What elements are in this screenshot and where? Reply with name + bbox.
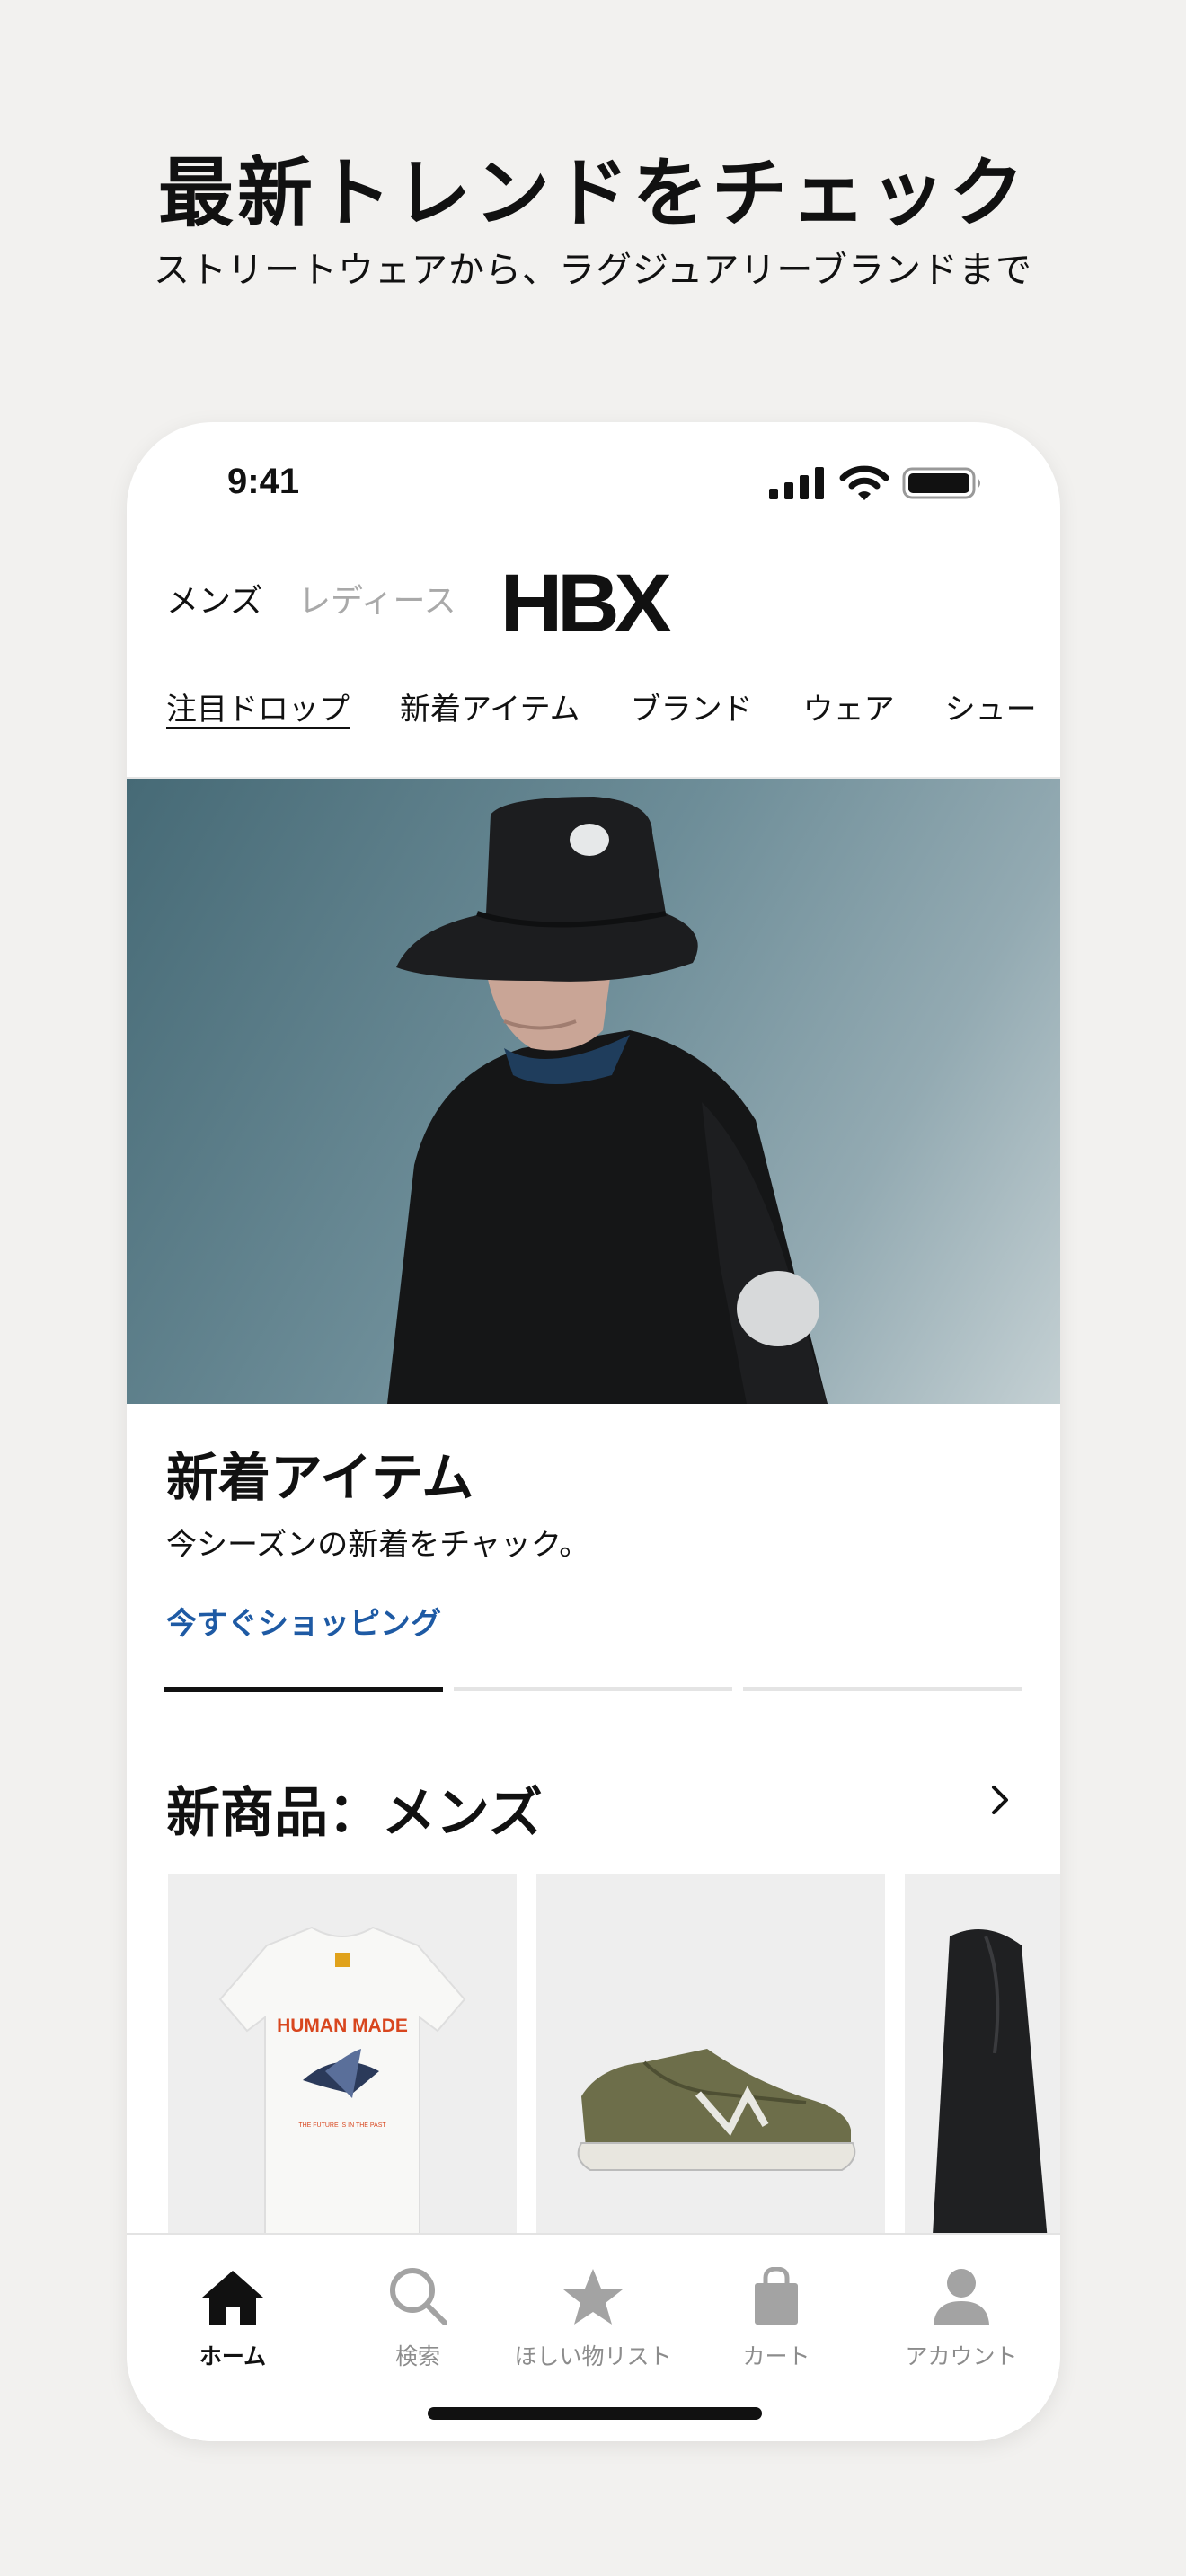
jacket-image xyxy=(932,1929,1049,2251)
tab-cart[interactable]: カート xyxy=(686,2260,866,2371)
carousel-progress xyxy=(164,1687,1022,1692)
carousel-indicator-1[interactable] xyxy=(164,1687,443,1692)
home-icon xyxy=(202,2271,263,2325)
tab-men[interactable]: メンズ xyxy=(166,575,262,622)
wifi-icon xyxy=(839,465,890,500)
star-icon xyxy=(563,2269,623,2325)
tab-home-label: ホーム xyxy=(199,2343,267,2369)
cellular-signal-icon xyxy=(769,467,824,499)
brand-logo[interactable]: HBX xyxy=(500,557,672,651)
chevron-right-icon[interactable] xyxy=(981,1782,1017,1818)
phone-frame: 9:41 メンズ レディース HBX 注目ドロップ 新着アイテム ブランド ウェ… xyxy=(127,422,1060,2441)
category-new-arrivals[interactable]: 新着アイテム xyxy=(400,684,580,728)
tab-account-label: アカウント xyxy=(905,2343,1018,2369)
hero-subtitle: 今シーズンの新着をチャック。 xyxy=(166,1527,590,1563)
promo-subheadline: ストリートウェアから、ラグジュアリーブランドまで xyxy=(154,250,1032,291)
category-nav: 注目ドロップ 新着アイテム ブランド ウェア シュー xyxy=(166,684,1037,728)
tshirt-image: HUMAN MADE THE FUTURE IS IN THE PAST xyxy=(218,1926,466,2251)
product-card-jacket[interactable] xyxy=(905,1874,1060,2251)
hero-banner-image[interactable] xyxy=(127,779,1060,1404)
tab-home[interactable]: ホーム xyxy=(143,2260,323,2371)
category-featured-drops[interactable]: 注目ドロップ xyxy=(166,684,350,728)
tshirt-print-brand: HUMAN MADE xyxy=(277,2016,408,2036)
carousel-indicator-3[interactable] xyxy=(743,1687,1022,1691)
section-title: 新商品：メンズ xyxy=(166,1782,543,1845)
status-time: 9:41 xyxy=(227,462,300,501)
tab-account[interactable]: アカウント xyxy=(872,2260,1051,2371)
bag-icon xyxy=(755,2267,798,2325)
home-indicator[interactable] xyxy=(428,2407,762,2420)
hero-model-illustration xyxy=(387,797,828,1404)
tab-wishlist[interactable]: ほしい物リスト xyxy=(503,2260,683,2371)
carousel-indicator-2[interactable] xyxy=(454,1687,732,1691)
promo-headline: 最新トレンドをチェック xyxy=(157,149,1028,237)
search-icon xyxy=(390,2268,447,2325)
category-brands[interactable]: ブランド xyxy=(631,684,753,728)
product-card-tshirt[interactable]: HUMAN MADE THE FUTURE IS IN THE PAST xyxy=(168,1874,517,2251)
tab-cart-label: カート xyxy=(742,2343,810,2369)
tab-search[interactable]: 検索 xyxy=(328,2260,508,2371)
status-icons xyxy=(769,465,985,501)
hero-title: 新着アイテム xyxy=(166,1447,474,1508)
product-card-sneaker[interactable] xyxy=(536,1874,885,2251)
person-icon xyxy=(934,2269,989,2325)
battery-icon xyxy=(902,467,980,499)
category-shoes[interactable]: シュー xyxy=(945,684,1037,728)
tshirt-print-tagline: THE FUTURE IS IN THE PAST xyxy=(298,2122,386,2129)
tab-search-label: 検索 xyxy=(394,2343,440,2369)
category-clothing[interactable]: ウェア xyxy=(803,684,895,728)
tab-wishlist-label: ほしい物リスト xyxy=(514,2343,672,2369)
shop-now-link[interactable]: 今すぐショッピング xyxy=(166,1599,441,1643)
sneaker-image xyxy=(577,2049,856,2171)
tab-women[interactable]: レディース xyxy=(298,575,456,622)
